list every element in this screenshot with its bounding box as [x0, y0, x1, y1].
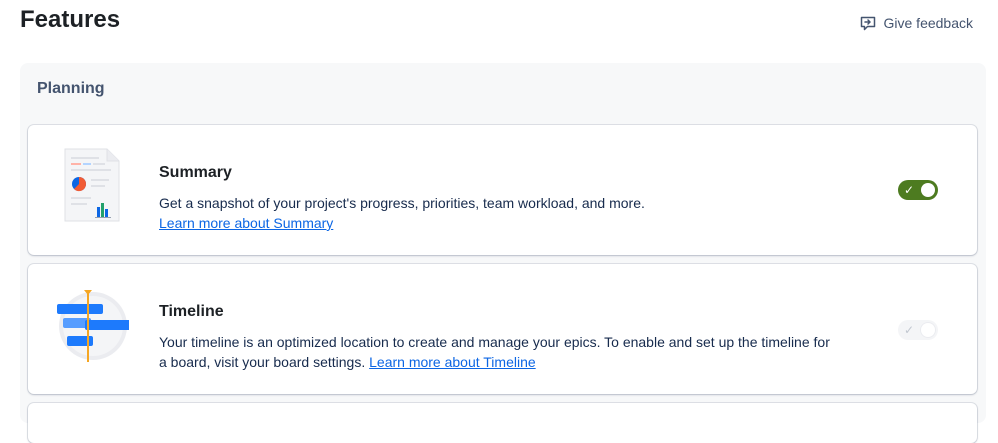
feature-description: Get a snapshot of your project's progres…	[159, 193, 645, 233]
give-feedback-label: Give feedback	[883, 15, 974, 31]
feature-title: Timeline	[159, 303, 224, 320]
planning-section: Planning Summary Get a snapshot of your …	[20, 63, 986, 443]
learn-more-timeline-link[interactable]: Learn more about Timeline	[369, 354, 536, 370]
feature-description-text: Get a snapshot of your project's progres…	[159, 195, 645, 211]
page-header: Features Give feedback	[20, 0, 978, 46]
give-feedback-button[interactable]: Give feedback	[855, 10, 979, 36]
toggle-knob	[921, 183, 935, 197]
feedback-icon	[860, 15, 876, 31]
feature-description: Your timeline is an optimized location t…	[159, 332, 839, 372]
timeline-toggle[interactable]: ✓	[898, 320, 938, 340]
learn-more-summary-link[interactable]: Learn more about Summary	[159, 215, 333, 231]
summary-toggle[interactable]: ✓	[898, 180, 938, 200]
check-icon: ✓	[904, 183, 915, 197]
feature-title: Summary	[159, 164, 232, 181]
check-icon: ✓	[904, 323, 915, 337]
feature-card-next	[28, 403, 977, 443]
summary-document-illustration	[53, 147, 123, 230]
feature-card-summary: Summary Get a snapshot of your project's…	[28, 125, 977, 255]
toggle-knob	[921, 323, 935, 337]
feature-card-timeline: Timeline Your timeline is an optimized l…	[28, 264, 977, 394]
timeline-illustration	[53, 288, 131, 369]
page-title: Features	[20, 6, 121, 33]
summary-text: Summary Get a snapshot of your project's…	[159, 163, 645, 233]
section-title: Planning	[37, 80, 105, 97]
timeline-text: Timeline Your timeline is an optimized l…	[159, 302, 839, 372]
